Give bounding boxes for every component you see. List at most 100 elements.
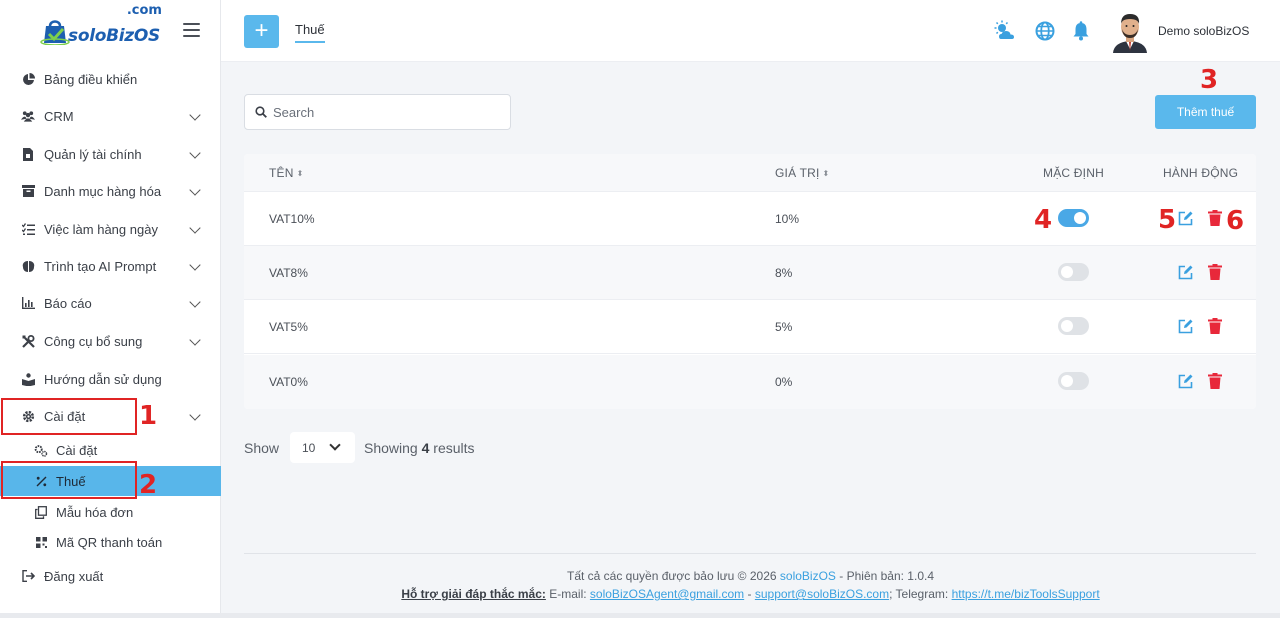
qr-code-icon (34, 535, 48, 549)
sidebar-subitem-label: Cài đặt (56, 442, 98, 458)
chevron-down-icon (189, 184, 201, 196)
copy-icon (34, 505, 48, 519)
shopping-bag-icon (40, 20, 70, 45)
default-toggle[interactable] (1058, 372, 1089, 390)
sidebar-subitem-label: Mã QR thanh toán (56, 534, 163, 550)
trash-icon[interactable] (1208, 210, 1222, 226)
sidebar-subitem-qr-payment[interactable]: Mã QR thanh toán (0, 527, 221, 557)
sort-icon: ⬍ (822, 169, 830, 178)
brand-tld: .com (126, 3, 162, 18)
guide-icon (21, 372, 35, 386)
sidebar-item-label: Công cụ bổ sung (44, 333, 143, 349)
header-tab-tax[interactable]: Thuế (295, 22, 325, 43)
annotation-number: 1 (139, 401, 158, 431)
sidebar-item-label: Bảng điều khiển (44, 71, 138, 87)
brain-icon (21, 259, 35, 273)
page-size-value: 10 (302, 440, 316, 455)
sidebar-item-crm[interactable]: CRM (0, 101, 221, 131)
page-size-select[interactable]: 10 (290, 432, 355, 463)
chevron-down-icon (329, 439, 341, 451)
bottom-scrollbar[interactable] (0, 613, 1280, 618)
search-box[interactable] (244, 94, 511, 130)
trash-icon[interactable] (1208, 318, 1222, 334)
annotation-box-tax (1, 461, 137, 499)
table-row: VAT5% 5% (244, 300, 1256, 354)
edit-icon[interactable] (1178, 318, 1194, 334)
default-toggle[interactable] (1058, 263, 1089, 281)
edit-icon[interactable] (1178, 264, 1194, 280)
chevron-down-icon (189, 109, 201, 121)
telegram-link[interactable]: https://t.me/bizToolsSupport (952, 587, 1100, 601)
sidebar-item-reports[interactable]: Báo cáo (0, 288, 221, 318)
brand-name: soloBizOS (68, 26, 160, 46)
tax-name: VAT10% (269, 212, 315, 226)
sidebar-item-daily-tasks[interactable]: Việc làm hàng ngày (0, 214, 221, 244)
table-row: VAT8% 8% (244, 246, 1256, 300)
edit-icon[interactable] (1178, 210, 1194, 226)
logo-area: soloBizOS .com (0, 0, 220, 62)
weather-icon[interactable] (994, 20, 1016, 42)
tax-value: 5% (775, 320, 793, 334)
sidebar-item-label: Trình tạo AI Prompt (44, 258, 157, 274)
brand-logo[interactable]: soloBizOS .com (38, 3, 162, 46)
sidebar-item-tools[interactable]: Công cụ bổ sung (0, 326, 221, 356)
sidebar-item-logout[interactable]: Đăng xuất (0, 561, 221, 591)
tax-name: VAT8% (269, 266, 308, 280)
tax-name: VAT0% (269, 375, 308, 389)
column-header-name[interactable]: TÊN ⬍ (269, 166, 304, 180)
user-name[interactable]: Demo soloBizOS (1158, 24, 1249, 38)
sort-icon: ⬍ (296, 169, 304, 178)
support-email-link-1[interactable]: soloBizOSAgent@gmail.com (590, 587, 744, 601)
sidebar-item-dashboard[interactable]: Bảng điều khiển (0, 64, 221, 94)
sidebar-item-products[interactable]: Danh mục hàng hóa (0, 176, 221, 206)
tax-value: 0% (775, 375, 793, 389)
bell-icon[interactable] (1070, 20, 1092, 42)
default-toggle[interactable] (1058, 317, 1089, 335)
annotation-number: 6 (1226, 206, 1245, 236)
results-count: Showing 4 results (364, 440, 475, 456)
annotation-number: 3 (1200, 65, 1219, 95)
annotation-box-settings (1, 398, 137, 435)
footer-support: Hỗ trợ giải đáp thắc mắc: E-mail: soloBi… (401, 587, 1100, 601)
search-icon (255, 106, 267, 118)
quick-add-button[interactable]: + (244, 15, 279, 48)
top-header: + Thuế Demo soloBizOS (221, 0, 1280, 62)
annotation-number: 2 (139, 470, 158, 500)
search-input[interactable] (273, 104, 493, 120)
default-toggle[interactable] (1058, 209, 1089, 227)
edit-icon[interactable] (1178, 373, 1194, 389)
footer-copyright: Tất cả các quyền được bảo lưu © 2026 sol… (566, 569, 934, 583)
sidebar-item-ai-prompt[interactable]: Trình tạo AI Prompt (0, 251, 221, 281)
chevron-down-icon (189, 334, 201, 346)
column-header-default: MẶC ĐỊNH (1043, 166, 1104, 180)
annotation-number: 5 (1158, 205, 1177, 235)
sidebar-item-label: Báo cáo (44, 295, 92, 311)
support-label: Hỗ trợ giải đáp thắc mắc: (401, 587, 546, 601)
add-tax-button[interactable]: Thêm thuế (1155, 95, 1256, 129)
user-avatar[interactable] (1111, 11, 1149, 53)
trash-icon[interactable] (1208, 373, 1222, 389)
support-email-link-2[interactable]: support@soloBizOS.com (755, 587, 889, 601)
tax-value: 10% (775, 212, 800, 226)
chevron-down-icon (189, 222, 201, 234)
sidebar: soloBizOS .com Bảng điều khiển CRM Quản … (0, 0, 221, 618)
box-icon (21, 184, 35, 198)
footer-brand-link[interactable]: soloBizOS (780, 569, 836, 583)
sidebar-item-guide[interactable]: Hướng dẫn sử dụng (0, 364, 221, 394)
finance-file-icon (21, 147, 35, 161)
globe-icon[interactable] (1034, 20, 1056, 42)
chevron-down-icon (189, 259, 201, 271)
show-label: Show (244, 440, 280, 456)
table-header: TÊN ⬍ GIÁ TRỊ ⬍ MẶC ĐỊNH HÀNH ĐỘNG (244, 154, 1256, 192)
hamburger-menu-icon[interactable] (183, 23, 200, 37)
column-header-value[interactable]: GIÁ TRỊ ⬍ (775, 166, 829, 180)
table-row: VAT10% 10% (244, 192, 1256, 246)
sidebar-subitem-label: Mẫu hóa đơn (56, 504, 134, 520)
trash-icon[interactable] (1208, 264, 1222, 280)
users-icon (21, 109, 35, 123)
tax-table: TÊN ⬍ GIÁ TRỊ ⬍ MẶC ĐỊNH HÀNH ĐỘNG VAT10% … (244, 154, 1256, 409)
table-row: VAT0% 0% (244, 355, 1256, 409)
sidebar-subitem-invoice-template[interactable]: Mẫu hóa đơn (0, 497, 221, 527)
sidebar-item-label: Đăng xuất (44, 568, 104, 584)
sidebar-item-finance[interactable]: Quản lý tài chính (0, 139, 221, 169)
